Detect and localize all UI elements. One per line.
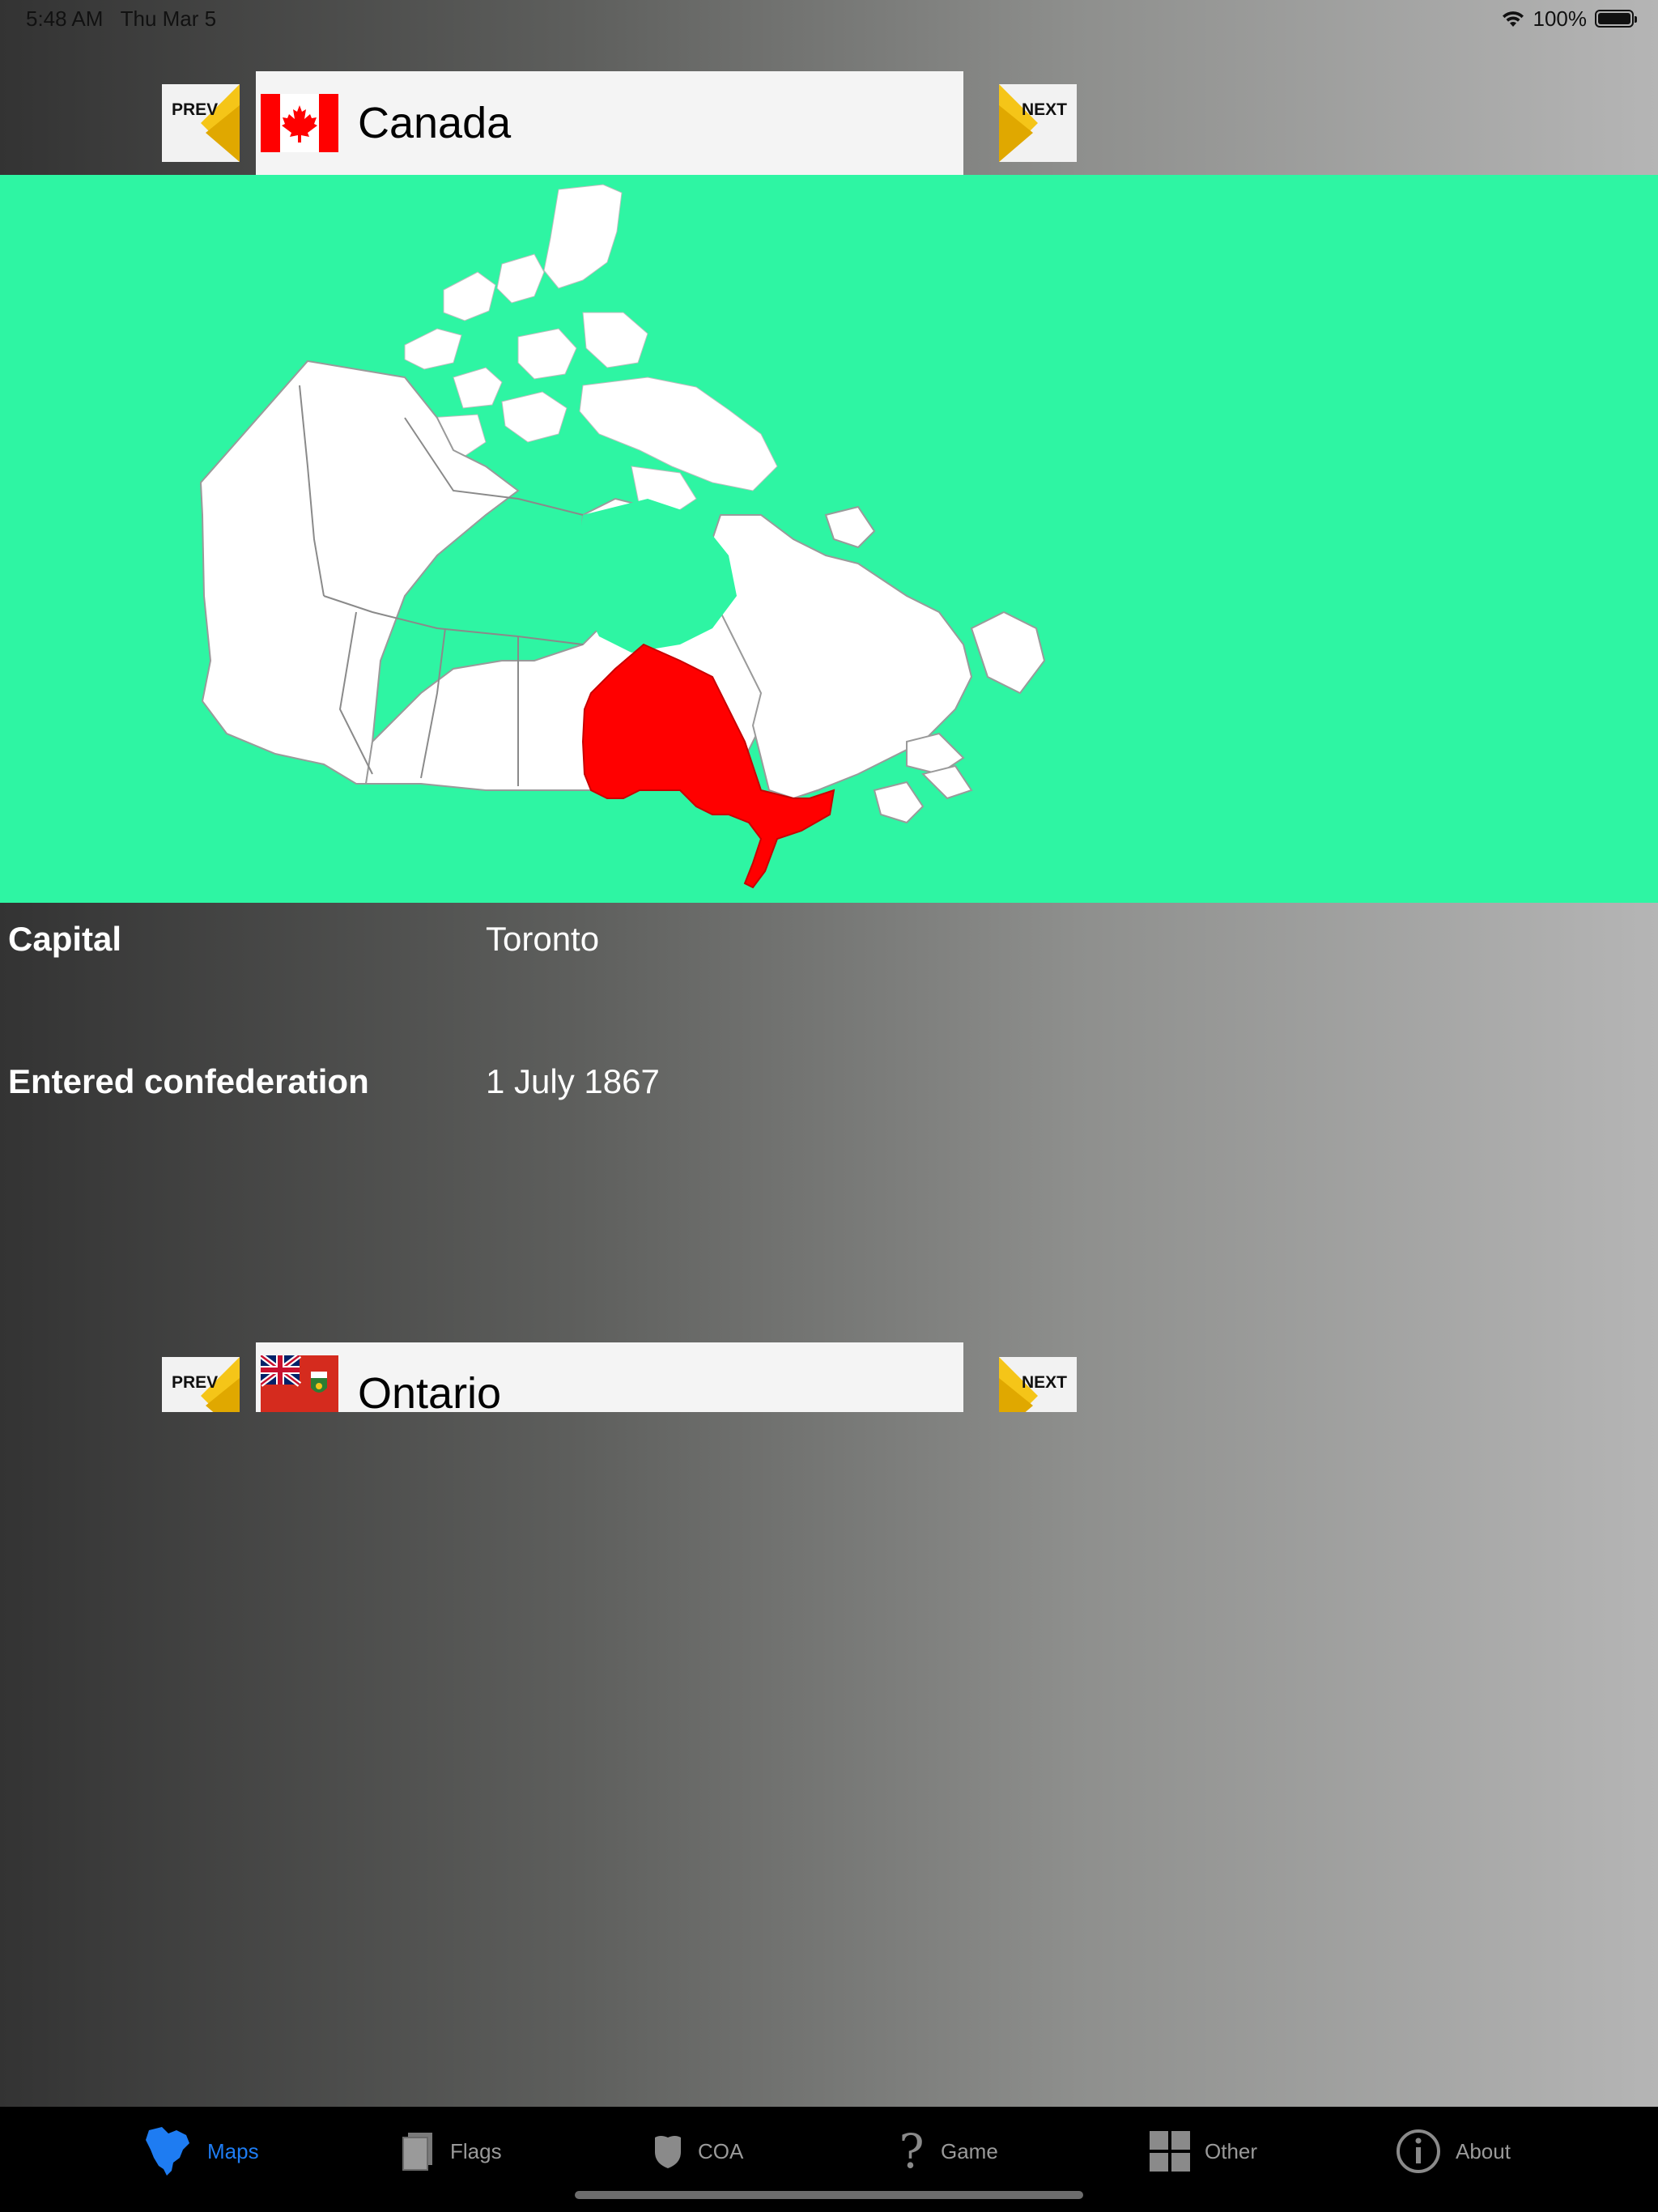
- region-prev-label: PREV: [172, 1373, 219, 1392]
- region-next-label: NEXT: [1022, 1373, 1068, 1392]
- shield-icon: [655, 2136, 681, 2168]
- tab-maps-label: Maps: [207, 2138, 259, 2163]
- status-time: 5:48 AM: [26, 6, 104, 31]
- battery-icon: [1595, 10, 1637, 28]
- tab-flags[interactable]: Flags: [400, 2123, 502, 2180]
- tab-about[interactable]: About: [1396, 2123, 1511, 2180]
- battery-percent: 100%: [1533, 6, 1588, 31]
- arrow-left-icon: [201, 84, 240, 162]
- country-next-button[interactable]: NEXT: [999, 84, 1077, 162]
- country-prev-button[interactable]: PREV: [162, 84, 240, 162]
- tab-coa[interactable]: COA: [653, 2123, 743, 2180]
- status-bar-right: 100%: [1501, 5, 1637, 32]
- region-title: Ontario: [358, 1369, 502, 1412]
- tab-coa-label: COA: [698, 2138, 744, 2163]
- tab-game-label: Game: [941, 2138, 998, 2163]
- status-date: Thu Mar 5: [120, 6, 217, 31]
- tab-other[interactable]: Other: [1150, 2123, 1257, 2180]
- wifi-icon: [1502, 11, 1524, 27]
- home-indicator: [575, 2191, 1083, 2199]
- region-title-panel: Ontario: [256, 1342, 963, 1412]
- info-value-confederation: 1 July 1867: [486, 1062, 660, 1100]
- ontario-flag-icon: [261, 1355, 338, 1412]
- tab-other-label: Other: [1205, 2138, 1258, 2163]
- info-icon: [1397, 2129, 1440, 2173]
- question-icon: ?: [899, 2124, 925, 2179]
- grid-icon: [1150, 2131, 1190, 2172]
- canada-flag-icon: [261, 94, 338, 152]
- tab-game[interactable]: ? Game: [897, 2123, 998, 2180]
- region-prev-button[interactable]: PREV: [162, 1357, 240, 1412]
- status-bar-time: 5:48 AM Thu Mar 5: [26, 6, 216, 32]
- flag-book-icon: [402, 2133, 432, 2171]
- info-label-capital: Capital: [8, 920, 122, 958]
- tab-maps[interactable]: Maps: [144, 2123, 259, 2180]
- region-next-button[interactable]: NEXT: [999, 1357, 1077, 1412]
- canada-map: [199, 184, 1046, 889]
- map-area[interactable]: [0, 175, 1658, 903]
- north-america-icon: [146, 2127, 189, 2176]
- country-prev-label: PREV: [172, 100, 219, 119]
- country-title-panel: Canada: [256, 71, 963, 175]
- tab-flags-label: Flags: [450, 2138, 502, 2163]
- info-label-confederation: Entered confederation: [8, 1062, 369, 1100]
- country-title: Canada: [358, 99, 512, 147]
- arrow-right-icon: [999, 84, 1038, 162]
- info-value-capital: Toronto: [486, 920, 600, 958]
- tab-about-label: About: [1456, 2138, 1511, 2163]
- country-next-label: NEXT: [1022, 100, 1068, 119]
